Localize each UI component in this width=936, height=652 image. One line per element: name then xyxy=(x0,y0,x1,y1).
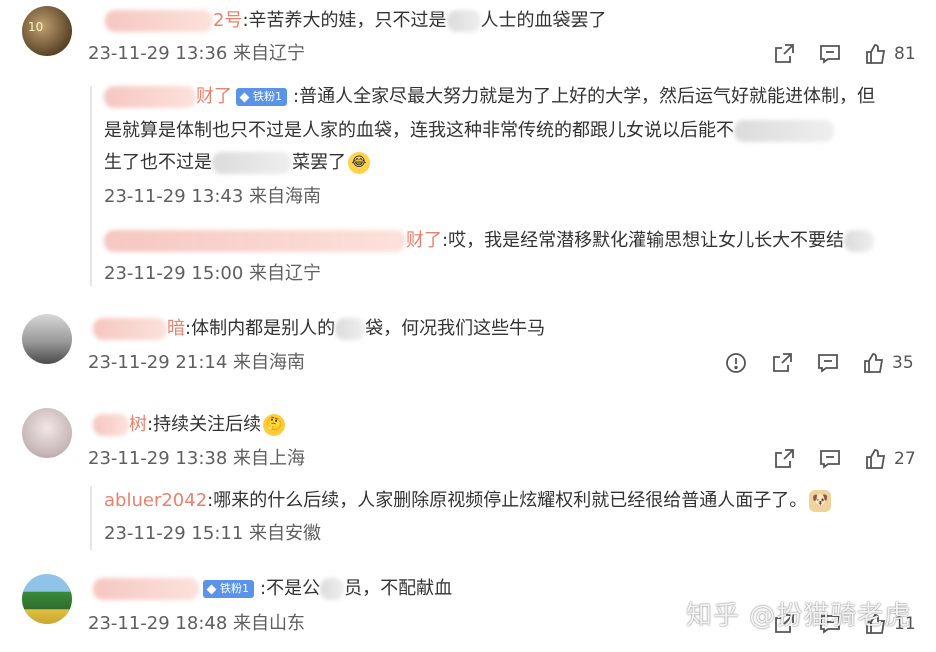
avatar[interactable] xyxy=(22,574,72,624)
username[interactable]: 财了 xyxy=(196,86,232,107)
comment-feed: 10 2号:辛苦养大的娃，只不过是 人士的血袋罢了 23-11-29 13:36 … xyxy=(0,0,936,652)
timestamp: 23-11-29 18:48 xyxy=(88,613,228,634)
share-icon xyxy=(775,44,794,63)
comment-meta: 23-11-29 13:38 来自上海 xyxy=(88,447,305,471)
reply-text: 是就算是体制也只不过是人家的血袋，连我这种非常传统的都跟儿女说以后能不 xyxy=(104,118,834,144)
blurred-text xyxy=(446,10,481,32)
location: 来自辽宁 xyxy=(233,43,306,64)
location: 来自上海 xyxy=(233,448,306,469)
blurred-text xyxy=(734,120,834,142)
share-button[interactable] xyxy=(772,42,796,66)
blurred-text xyxy=(844,230,875,252)
share-icon xyxy=(775,449,794,468)
location: 来自辽宁 xyxy=(249,263,322,284)
timestamp: 23-11-29 15:00 xyxy=(104,263,244,284)
comment-text: 树:持续关注后续 🤔 xyxy=(93,412,286,438)
laughing-emoji-icon: 😂 xyxy=(348,152,370,174)
blurred-text xyxy=(320,578,345,600)
watermark: 知乎 @扮猫骑老虎 xyxy=(686,601,912,631)
doge-emoji-icon: 🐶 xyxy=(809,490,832,512)
timestamp: 23-11-29 13:36 xyxy=(88,43,228,64)
comment-text: 暗:体制内都是别人的 袋，何况我们这些牛马 xyxy=(93,316,545,342)
blurred-username[interactable] xyxy=(104,230,406,252)
comment-meta: 23-11-29 18:48 来自山东 xyxy=(88,612,305,636)
reply-text: 财了:哎，我是经常潜移默化灌输思想让女儿长大不要结 xyxy=(104,228,875,254)
comment-icon xyxy=(818,354,838,373)
like-button[interactable]: 81 xyxy=(864,42,916,66)
timestamp: 23-11-29 13:43 xyxy=(104,186,244,207)
username[interactable]: 暗 xyxy=(167,318,185,339)
username[interactable]: 树 xyxy=(129,414,147,435)
diamond-icon xyxy=(206,584,217,594)
reply-divider xyxy=(90,486,92,550)
thinking-emoji-icon: 🤔 xyxy=(263,414,286,436)
location: 来自海南 xyxy=(249,186,322,207)
reply-meta: 23-11-29 15:00 来自辽宁 xyxy=(104,262,321,286)
reply-text: abluer2042:哪来的什么后续，人家删除原视频停止炫耀权利就已经很给普通人… xyxy=(104,488,832,514)
thumbs-up-icon xyxy=(866,44,886,64)
like-count: 27 xyxy=(894,449,916,469)
comment-meta: 23-11-29 21:14 来自海南 xyxy=(88,351,305,375)
comment-icon xyxy=(820,450,840,469)
reply-meta: 23-11-29 13:43 来自海南 xyxy=(104,185,321,209)
comment-meta: 23-11-29 13:36 来自辽宁 xyxy=(88,42,305,66)
avatar[interactable] xyxy=(22,408,72,458)
like-button[interactable]: 35 xyxy=(862,351,914,375)
blurred-username[interactable] xyxy=(93,578,199,600)
share-button[interactable] xyxy=(772,447,796,471)
blurred-username[interactable] xyxy=(104,86,196,108)
avatar[interactable]: 10 xyxy=(22,6,72,56)
timestamp: 23-11-29 15:11 xyxy=(104,523,244,544)
location: 来自海南 xyxy=(233,352,306,373)
share-icon xyxy=(773,353,792,372)
report-button[interactable] xyxy=(724,351,748,375)
report-icon xyxy=(726,353,746,373)
username[interactable]: abluer2042 xyxy=(104,490,207,511)
reply-meta: 23-11-29 15:11 来自安徽 xyxy=(104,522,321,546)
reply-text: 财了 铁粉1:普通人全家尽最大努力就是为了上好的大学，然后运气好就能进体制，但 xyxy=(104,84,875,110)
blurred-username[interactable] xyxy=(93,318,167,340)
reply-button[interactable] xyxy=(816,351,840,375)
diamond-icon xyxy=(239,92,250,102)
blurred-username[interactable] xyxy=(93,414,129,436)
comment-text: 铁粉1:不是公 员，不配献血 xyxy=(93,576,452,602)
reply-button[interactable] xyxy=(818,447,842,471)
comment-icon xyxy=(820,45,840,64)
location: 来自安徽 xyxy=(249,523,322,544)
thumbs-up-icon xyxy=(864,353,884,373)
blurred-username[interactable] xyxy=(105,10,213,32)
fan-badge: 铁粉1 xyxy=(203,580,254,598)
blurred-text xyxy=(212,152,292,174)
like-count: 81 xyxy=(894,44,916,64)
timestamp: 23-11-29 21:14 xyxy=(88,352,228,373)
fan-badge: 铁粉1 xyxy=(236,88,287,106)
comment-actions: 81 xyxy=(772,40,916,68)
username[interactable]: 财了 xyxy=(406,230,442,251)
location: 来自山东 xyxy=(233,613,306,634)
avatar[interactable] xyxy=(22,314,72,364)
thumbs-up-icon xyxy=(866,449,886,469)
comment-text: 2号:辛苦养大的娃，只不过是 人士的血袋罢了 xyxy=(105,8,607,34)
comment-actions: 35 xyxy=(724,349,914,377)
reply-text: 生了也不过是 菜罢了 😂 xyxy=(104,150,370,176)
share-button[interactable] xyxy=(770,351,794,375)
username[interactable]: 2号 xyxy=(213,10,242,31)
like-button[interactable]: 27 xyxy=(864,447,916,471)
reply-button[interactable] xyxy=(818,42,842,66)
timestamp: 23-11-29 13:38 xyxy=(88,448,228,469)
comment-actions: 27 xyxy=(772,445,916,473)
blurred-text xyxy=(335,318,366,340)
like-count: 35 xyxy=(892,353,914,373)
reply-divider xyxy=(90,86,92,286)
